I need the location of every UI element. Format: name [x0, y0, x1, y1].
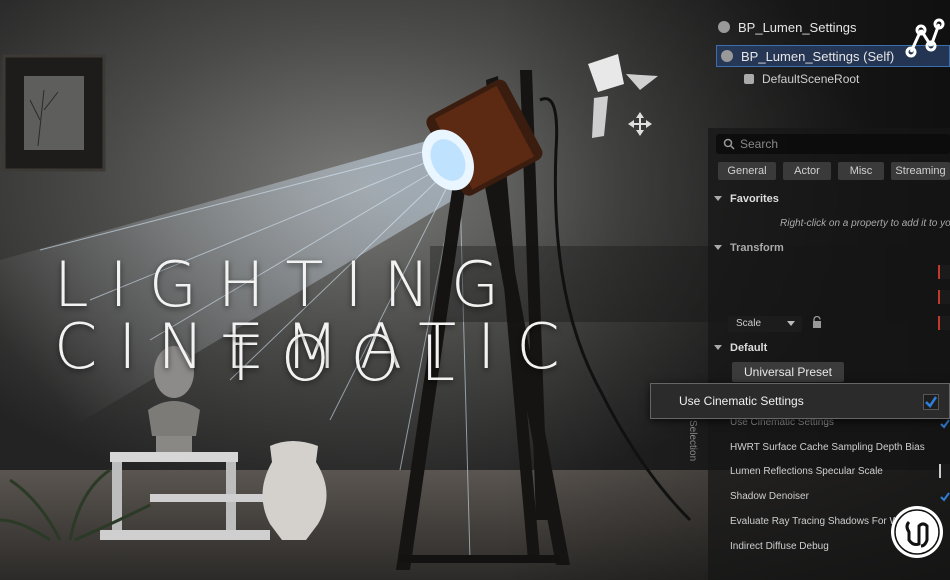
- tab-general[interactable]: General: [718, 162, 776, 180]
- scale-dropdown-label: Scale: [736, 318, 762, 329]
- tab-misc[interactable]: Misc: [838, 162, 884, 180]
- selection-side-label: Selection: [687, 420, 698, 462]
- section-favorites[interactable]: Favorites: [714, 193, 779, 205]
- search-icon: [723, 138, 735, 150]
- rotation-field[interactable]: [938, 290, 950, 304]
- chevron-down-icon: [714, 345, 722, 350]
- checkbox-checked-icon[interactable]: [940, 492, 950, 502]
- graph-icon: [903, 18, 945, 60]
- use-cinematic-settings-label: Use Cinematic Settings: [679, 394, 804, 408]
- property-shadow-denoiser: Shadow Denoiser: [730, 491, 809, 502]
- specular-scale-field[interactable]: [939, 464, 950, 478]
- outliner-blueprint[interactable]: BP_Lumen_Settings: [718, 18, 857, 38]
- property-indirect-diffuse-debug: Indirect Diffuse Debug: [730, 541, 829, 552]
- scale-dropdown[interactable]: Scale: [728, 316, 802, 332]
- search-placeholder: Search: [740, 137, 779, 151]
- section-transform[interactable]: Transform: [714, 242, 784, 254]
- component-icon: [721, 50, 733, 62]
- section-default-label: Default: [730, 342, 768, 354]
- blueprint-icon: [718, 21, 730, 33]
- section-default[interactable]: Default: [714, 342, 767, 354]
- favorites-hint: Right-click on a property to add it to y…: [780, 218, 950, 229]
- section-transform-label: Transform: [730, 242, 784, 254]
- chevron-down-icon: [714, 196, 722, 201]
- lock-icon[interactable]: [812, 316, 822, 328]
- use-cinematic-settings-row[interactable]: Use Cinematic Settings: [650, 383, 950, 419]
- light-gizmo-icon: [578, 54, 660, 138]
- scale-field[interactable]: [938, 316, 950, 330]
- tab-actor[interactable]: Actor: [783, 162, 831, 180]
- checkbox-checked-icon[interactable]: [940, 419, 950, 429]
- location-field[interactable]: [938, 265, 950, 279]
- tab-streaming[interactable]: Streaming: [891, 162, 950, 180]
- universal-preset-button[interactable]: Universal Preset: [732, 362, 844, 382]
- checkbox-checked-icon: [925, 396, 938, 408]
- chevron-down-icon: [714, 245, 722, 250]
- property-specular-scale: Lumen Reflections Specular Scale: [730, 466, 883, 477]
- property-hwrt-bias: HWRT Surface Cache Sampling Depth Bias: [730, 442, 925, 453]
- section-favorites-label: Favorites: [730, 193, 779, 205]
- use-cinematic-checkbox[interactable]: [923, 394, 939, 410]
- outliner-self-label: BP_Lumen_Settings (Self): [741, 49, 895, 64]
- outliner-root-label: DefaultSceneRoot: [762, 72, 860, 86]
- unreal-logo-icon: [891, 506, 943, 558]
- outliner-scene-root[interactable]: DefaultSceneRoot: [744, 70, 859, 88]
- outliner-blueprint-label: BP_Lumen_Settings: [738, 20, 857, 35]
- scene-root-icon: [744, 74, 754, 84]
- chevron-down-icon: [787, 321, 795, 326]
